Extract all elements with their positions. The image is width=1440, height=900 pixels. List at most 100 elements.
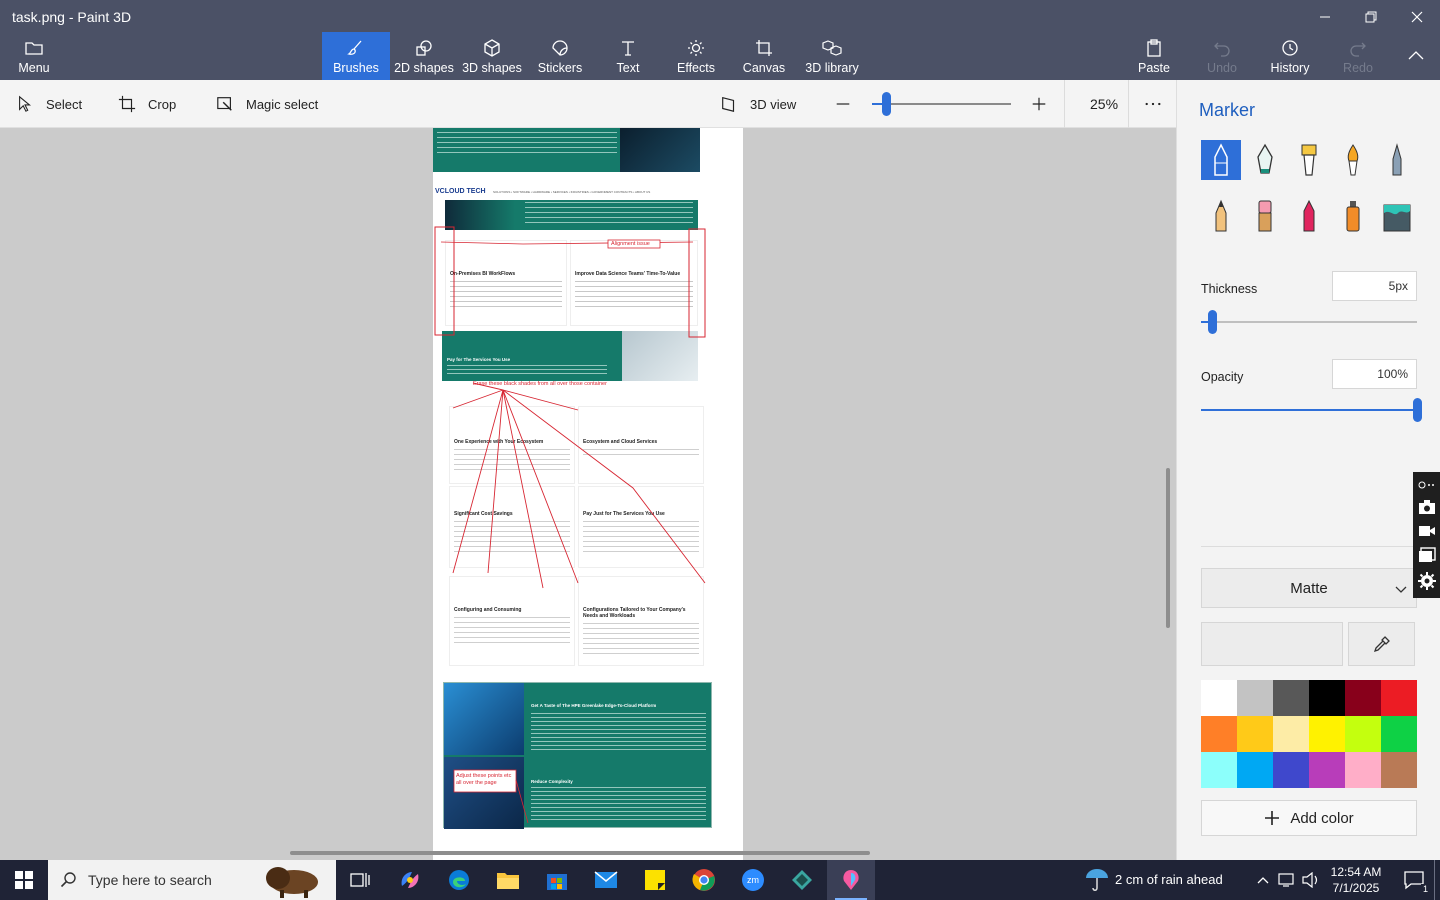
zoom-value[interactable]: 25%: [1090, 80, 1118, 128]
zoom-slider-thumb[interactable]: [882, 92, 891, 116]
tab-3d-library[interactable]: 3D library: [802, 32, 862, 80]
3d-view-button[interactable]: 3D view: [720, 80, 796, 128]
color-swatch[interactable]: [1345, 716, 1381, 752]
color-swatch[interactable]: [1309, 752, 1345, 788]
taskbar: Type here to search zm 2 cm of rain ahea…: [0, 860, 1440, 900]
chevron-up-icon[interactable]: [1256, 873, 1270, 887]
menu-button[interactable]: Menu: [8, 32, 60, 80]
window-icon[interactable]: [1418, 547, 1436, 563]
brush-eraser[interactable]: [1245, 196, 1285, 236]
color-swatch[interactable]: [1201, 716, 1237, 752]
color-swatch[interactable]: [1309, 680, 1345, 716]
thickness-label: Thickness: [1201, 282, 1258, 296]
taskbar-search[interactable]: Type here to search: [48, 860, 336, 900]
color-swatch[interactable]: [1345, 680, 1381, 716]
sticky-notes-button[interactable]: [631, 860, 679, 900]
collapse-ribbon-button[interactable]: [1398, 32, 1434, 80]
opacity-input[interactable]: 100%: [1332, 359, 1417, 389]
eyedropper-button[interactable]: [1348, 622, 1415, 666]
horizontal-scrollbar[interactable]: [290, 851, 870, 855]
network-icon[interactable]: [1278, 872, 1296, 888]
camera-icon[interactable]: [1418, 499, 1436, 515]
zoom-in-button[interactable]: [1030, 80, 1048, 128]
crop-button[interactable]: Crop: [118, 80, 176, 128]
color-swatch[interactable]: [1309, 716, 1345, 752]
color-swatch[interactable]: [1273, 680, 1309, 716]
tab-brushes[interactable]: Brushes: [322, 32, 390, 80]
start-button[interactable]: [0, 860, 48, 900]
settings-dots-icon[interactable]: [1418, 480, 1436, 490]
file-explorer-button[interactable]: [484, 860, 532, 900]
color-swatch[interactable]: [1273, 752, 1309, 788]
add-color-button[interactable]: Add color: [1201, 800, 1417, 836]
weather-text[interactable]: 2 cm of rain ahead: [1115, 872, 1223, 887]
thickness-slider-thumb[interactable]: [1208, 310, 1217, 334]
tab-effects[interactable]: Effects: [668, 32, 724, 80]
thickness-input[interactable]: 5px: [1332, 271, 1417, 301]
paste-button[interactable]: Paste: [1134, 32, 1174, 80]
color-swatch[interactable]: [1273, 716, 1309, 752]
canvas-image[interactable]: VCLOUD TECH SOLUTIONS • SOFTWARE • HARDW…: [433, 128, 743, 860]
mail-button[interactable]: [582, 860, 630, 900]
history-button[interactable]: History: [1266, 32, 1314, 80]
video-icon[interactable]: [1418, 524, 1436, 538]
brush-crayon[interactable]: [1289, 196, 1329, 236]
tab-2d-shapes[interactable]: 2D shapes: [392, 32, 456, 80]
show-desktop-divider[interactable]: [1434, 860, 1435, 900]
brush-pencil[interactable]: [1201, 196, 1241, 236]
brush-marker[interactable]: [1201, 140, 1241, 180]
copilot-button[interactable]: [386, 860, 434, 900]
brush-watercolor[interactable]: [1333, 140, 1373, 180]
brush-oil[interactable]: [1289, 140, 1329, 180]
more-options-button[interactable]: [1144, 80, 1162, 128]
brush-pixel-pen[interactable]: [1377, 140, 1417, 180]
close-button[interactable]: [1394, 2, 1440, 32]
notifications-button[interactable]: 1: [1390, 860, 1438, 900]
task-view-button[interactable]: [336, 860, 384, 900]
opacity-slider-thumb[interactable]: [1413, 398, 1422, 422]
color-swatch[interactable]: [1237, 752, 1273, 788]
opacity-slider-fill[interactable]: [1201, 409, 1417, 411]
clock[interactable]: 12:54 AM 7/1/2025: [1326, 864, 1386, 896]
minimize-button[interactable]: [1302, 2, 1348, 32]
thickness-slider[interactable]: [1201, 321, 1417, 323]
zoom-out-button[interactable]: [834, 80, 852, 128]
color-swatch[interactable]: [1381, 752, 1417, 788]
vertical-scrollbar[interactable]: [1166, 468, 1170, 628]
color-swatch[interactable]: [1237, 680, 1273, 716]
gear-icon[interactable]: [1417, 571, 1436, 590]
clock-time: 12:54 AM: [1330, 865, 1382, 879]
brush-calligraphy[interactable]: [1245, 140, 1285, 180]
color-swatch[interactable]: [1345, 752, 1381, 788]
redo-button[interactable]: Redo: [1338, 32, 1378, 80]
color-swatch[interactable]: [1237, 716, 1273, 752]
zoom-app-button[interactable]: zm: [729, 860, 777, 900]
rain-icon[interactable]: [1084, 868, 1110, 892]
select-label: Select: [46, 96, 83, 112]
tab-text[interactable]: Text: [604, 32, 652, 80]
finish-dropdown[interactable]: Matte: [1201, 568, 1417, 608]
tab-stickers[interactable]: Stickers: [530, 32, 590, 80]
undo-button[interactable]: Undo: [1202, 32, 1242, 80]
select-button[interactable]: Select: [16, 80, 82, 128]
color-swatch[interactable]: [1381, 716, 1417, 752]
app-diamond-button[interactable]: [778, 860, 826, 900]
tab-canvas[interactable]: Canvas: [738, 32, 790, 80]
chrome-button[interactable]: [680, 860, 728, 900]
windows-logo-icon: [15, 871, 33, 889]
color-swatch[interactable]: [1381, 680, 1417, 716]
color-swatch[interactable]: [1201, 752, 1237, 788]
tab-3d-shapes[interactable]: 3D shapes: [460, 32, 524, 80]
zoom-slider[interactable]: [887, 103, 1011, 105]
brush-fill[interactable]: [1377, 196, 1417, 236]
canvas-workspace[interactable]: VCLOUD TECH SOLUTIONS • SOFTWARE • HARDW…: [0, 128, 1176, 860]
restore-button[interactable]: [1348, 2, 1394, 32]
magic-select-button[interactable]: Magic select: [216, 80, 318, 128]
brush-spray-can[interactable]: [1333, 196, 1373, 236]
store-button[interactable]: [533, 860, 581, 900]
edge-button[interactable]: [435, 860, 483, 900]
color-swatch[interactable]: [1201, 680, 1237, 716]
volume-icon[interactable]: [1302, 872, 1320, 888]
paint3d-button[interactable]: [827, 860, 875, 900]
current-color-preview[interactable]: [1201, 622, 1343, 666]
